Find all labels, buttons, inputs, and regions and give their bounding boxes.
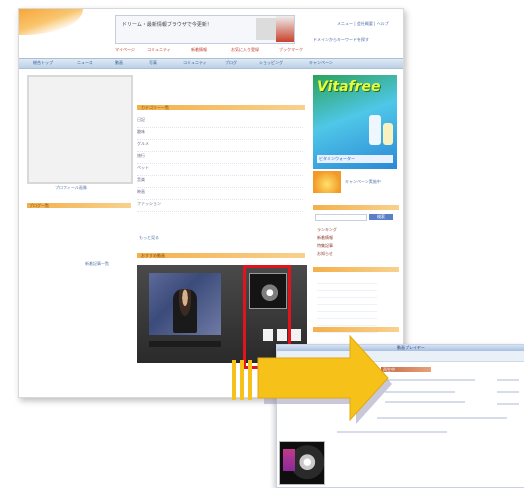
right-box-header [313,205,399,210]
nav-item[interactable]: 写真 [149,60,157,65]
right-arrow-icon [232,334,392,424]
left-link[interactable]: 新着記事一覧 [85,261,109,266]
logo-swoosh [19,9,83,35]
popup-text-line [497,391,519,393]
right-list-item[interactable]: 特集記事 [317,243,333,248]
nav-item[interactable]: コミュニティ [183,60,207,65]
profile-caption[interactable]: プロフィール画像 [55,185,87,190]
video-section-title: おすすめ動画 [141,253,165,258]
header-links[interactable]: メニュー | 会社概要 | ヘルプ [337,21,399,26]
header-menu-item[interactable]: コミュニティ [147,47,171,52]
banner-text: ドリーム・最新情報ブラウザで今更新！ [122,22,212,28]
video-screen[interactable] [149,273,221,335]
list-item[interactable]: 趣味 [137,129,303,140]
right-list-item[interactable]: ランキング [317,227,337,232]
popup-text-line [385,379,475,381]
nav-item[interactable]: ブログ [225,60,237,65]
video-controls[interactable] [149,341,221,347]
product-bottle-image [383,123,393,145]
right-list-item[interactable]: 新着情報 [317,235,333,240]
header-menu-item[interactable]: ブックマーク [279,47,303,52]
global-nav-bar: 総合トップ ニュース 動画 写真 コミュニティ ブログ ショッピング キャンペー… [19,58,403,69]
popup-text-line [385,401,465,403]
small-ad-image[interactable] [313,171,341,193]
popup-text-line [337,431,447,433]
popup-text-line [377,417,507,419]
list-item[interactable]: 旅行 [137,153,303,164]
ad-subtitle: ビタミンウォーター [319,156,355,161]
header-menu-item[interactable]: お気に入り登録 [231,47,259,52]
product-bottle-image [369,115,381,145]
header-menu: マイページ コミュニティ 新着情報 お気に入り登録 ブックマーク [115,47,315,53]
list-item[interactable]: 映画 [137,189,303,200]
right-box-header [313,267,399,272]
banner-image [256,18,276,40]
nav-item[interactable]: ショッピング [259,60,283,65]
list-item[interactable]: 音楽 [137,177,303,188]
list-item[interactable]: グルメ [137,141,303,152]
more-link[interactable]: もっと見る [139,235,159,240]
list-item[interactable]: 日記 [137,117,303,128]
right-list-item[interactable]: お知らせ [317,251,333,256]
ad-subtitle-band: ビタミンウォーター [317,155,393,163]
header-menu-item[interactable]: 新着情報 [191,47,207,52]
video-person-image [173,289,197,333]
header-search-link[interactable]: ドメインからキーワードを探す [313,37,399,42]
header-menu-item[interactable]: マイページ [115,47,135,52]
mid-section-title: カテゴリー一覧 [141,105,169,110]
popup-title: 動画プレイヤー [397,345,425,350]
nav-item[interactable]: ニュース [77,60,93,65]
top-banner-ad[interactable]: ドリーム・最新情報ブラウザで今更新！ [115,15,295,44]
search-input[interactable] [315,214,367,221]
left-section-title: ブログ一覧 [29,203,49,208]
nav-item[interactable]: キャンペーン [309,60,333,65]
profile-image-placeholder [27,75,133,184]
nav-item[interactable]: 動画 [115,60,123,65]
search-button[interactable]: 検索 [369,214,393,220]
small-ad-text[interactable]: キャンペーン実施中 [345,179,381,184]
right-ad-banner[interactable]: Vitafree ビタミンウォーター [313,75,397,169]
popup-thumbnail-accent [283,449,295,471]
ad-title: Vitafree [317,79,381,95]
nav-item[interactable]: 総合トップ [33,60,53,65]
popup-text-line [497,403,519,405]
popup-text-line [497,379,519,381]
list-item[interactable]: ファッション [137,201,303,212]
popup-text-line [385,391,455,393]
banner-product-image [276,16,294,42]
list-item[interactable]: ペット [137,165,303,176]
